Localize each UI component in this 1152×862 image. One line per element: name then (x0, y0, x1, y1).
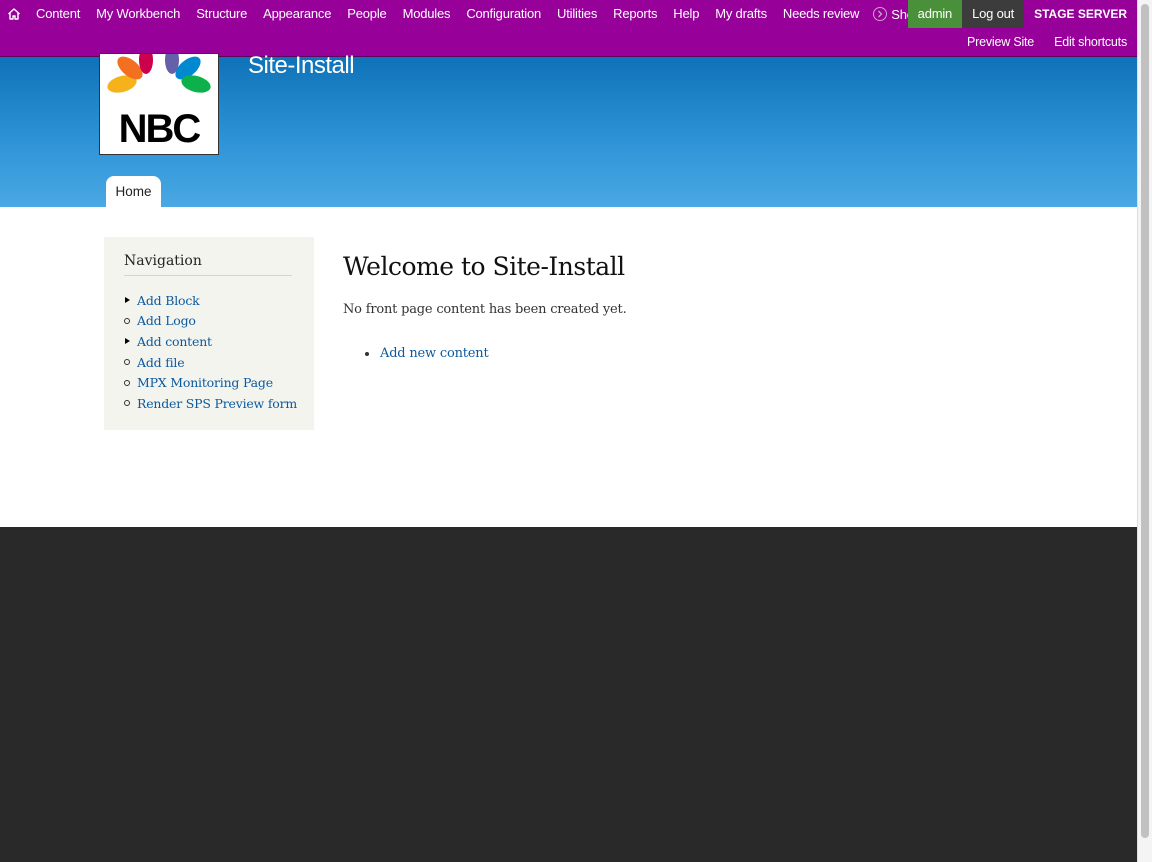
nav-link-add-content[interactable]: Add content (137, 334, 212, 349)
shortcuts-bar: Preview Site Edit shortcuts (957, 28, 1137, 56)
toolbar-item-needs-review[interactable]: Needs review (775, 0, 867, 28)
list-item: Add Logo (124, 311, 297, 332)
vertical-scrollbar[interactable] (1137, 0, 1152, 862)
list-item: MPX Monitoring Page (124, 372, 297, 393)
triangle-bullet-icon (124, 338, 137, 345)
toolbar-item-modules[interactable]: Modules (395, 0, 459, 28)
chevron-right-circle-icon (873, 7, 888, 21)
list-item: Add new content (363, 346, 489, 361)
toolbar-item-people[interactable]: People (339, 0, 394, 28)
toolbar-menu: Content My Workbench Structure Appearanc… (0, 0, 945, 28)
toolbar-item-appearance[interactable]: Appearance (255, 0, 339, 28)
circle-bullet-icon (124, 317, 137, 324)
server-label: STAGE SERVER (1024, 0, 1137, 28)
toolbar-item-my-drafts[interactable]: My drafts (707, 0, 775, 28)
nav-link-render-sps-preview[interactable]: Render SPS Preview form (137, 396, 297, 411)
toolbar-item-structure[interactable]: Structure (188, 0, 255, 28)
peacock-logo-icon (107, 46, 211, 98)
scrollbar-thumb[interactable] (1141, 4, 1149, 838)
site-header: NBC Site-Install Home (0, 46, 1137, 207)
toolbar-item-my-workbench[interactable]: My Workbench (88, 0, 188, 28)
toolbar-item-content[interactable]: Content (28, 0, 88, 28)
home-icon[interactable] (0, 0, 28, 28)
list-item: Add file (124, 352, 297, 373)
circle-bullet-icon (124, 359, 137, 366)
nav-link-add-block[interactable]: Add Block (137, 293, 200, 308)
admin-toolbar: Content My Workbench Structure Appearanc… (0, 0, 1137, 57)
site-logo[interactable]: NBC (99, 46, 219, 155)
tab-home[interactable]: Home (106, 176, 161, 207)
add-new-content-link[interactable]: Add new content (380, 346, 489, 361)
triangle-bullet-icon (124, 297, 137, 304)
list-item: Add content (124, 331, 297, 352)
bullet-icon (365, 351, 369, 356)
navigation-block: Navigation Add Block Add Logo Add conten… (104, 237, 314, 430)
user-menu: admin Log out STAGE SERVER (907, 0, 1137, 28)
action-links: Add new content (363, 346, 489, 361)
toolbar-item-utilities[interactable]: Utilities (549, 0, 605, 28)
preview-site-link[interactable]: Preview Site (957, 35, 1044, 49)
list-item: Render SPS Preview form (124, 393, 297, 414)
toolbar-item-help[interactable]: Help (665, 0, 707, 28)
main-content: Welcome to Site-Install No front page co… (343, 252, 627, 361)
page-title: Welcome to Site-Install (343, 252, 625, 281)
empty-message: No front page content has been created y… (343, 302, 627, 317)
toolbar-item-reports[interactable]: Reports (605, 0, 665, 28)
nav-link-add-logo[interactable]: Add Logo (137, 313, 196, 328)
site-footer (0, 527, 1137, 862)
circle-bullet-icon (124, 400, 137, 407)
logout-link[interactable]: Log out (962, 0, 1025, 28)
navigation-title: Navigation (124, 253, 292, 276)
toolbar-item-configuration[interactable]: Configuration (458, 0, 549, 28)
edit-shortcuts-link[interactable]: Edit shortcuts (1044, 35, 1137, 49)
circle-bullet-icon (124, 379, 137, 386)
list-item: Add Block (124, 290, 297, 311)
user-name-link[interactable]: admin (907, 0, 963, 28)
navigation-list: Add Block Add Logo Add content Add file … (124, 290, 297, 414)
nav-link-mpx-monitoring[interactable]: MPX Monitoring Page (137, 375, 273, 390)
site-name[interactable]: Site-Install (248, 52, 355, 80)
logo-text: NBC (119, 107, 201, 151)
nav-link-add-file[interactable]: Add file (137, 355, 185, 370)
